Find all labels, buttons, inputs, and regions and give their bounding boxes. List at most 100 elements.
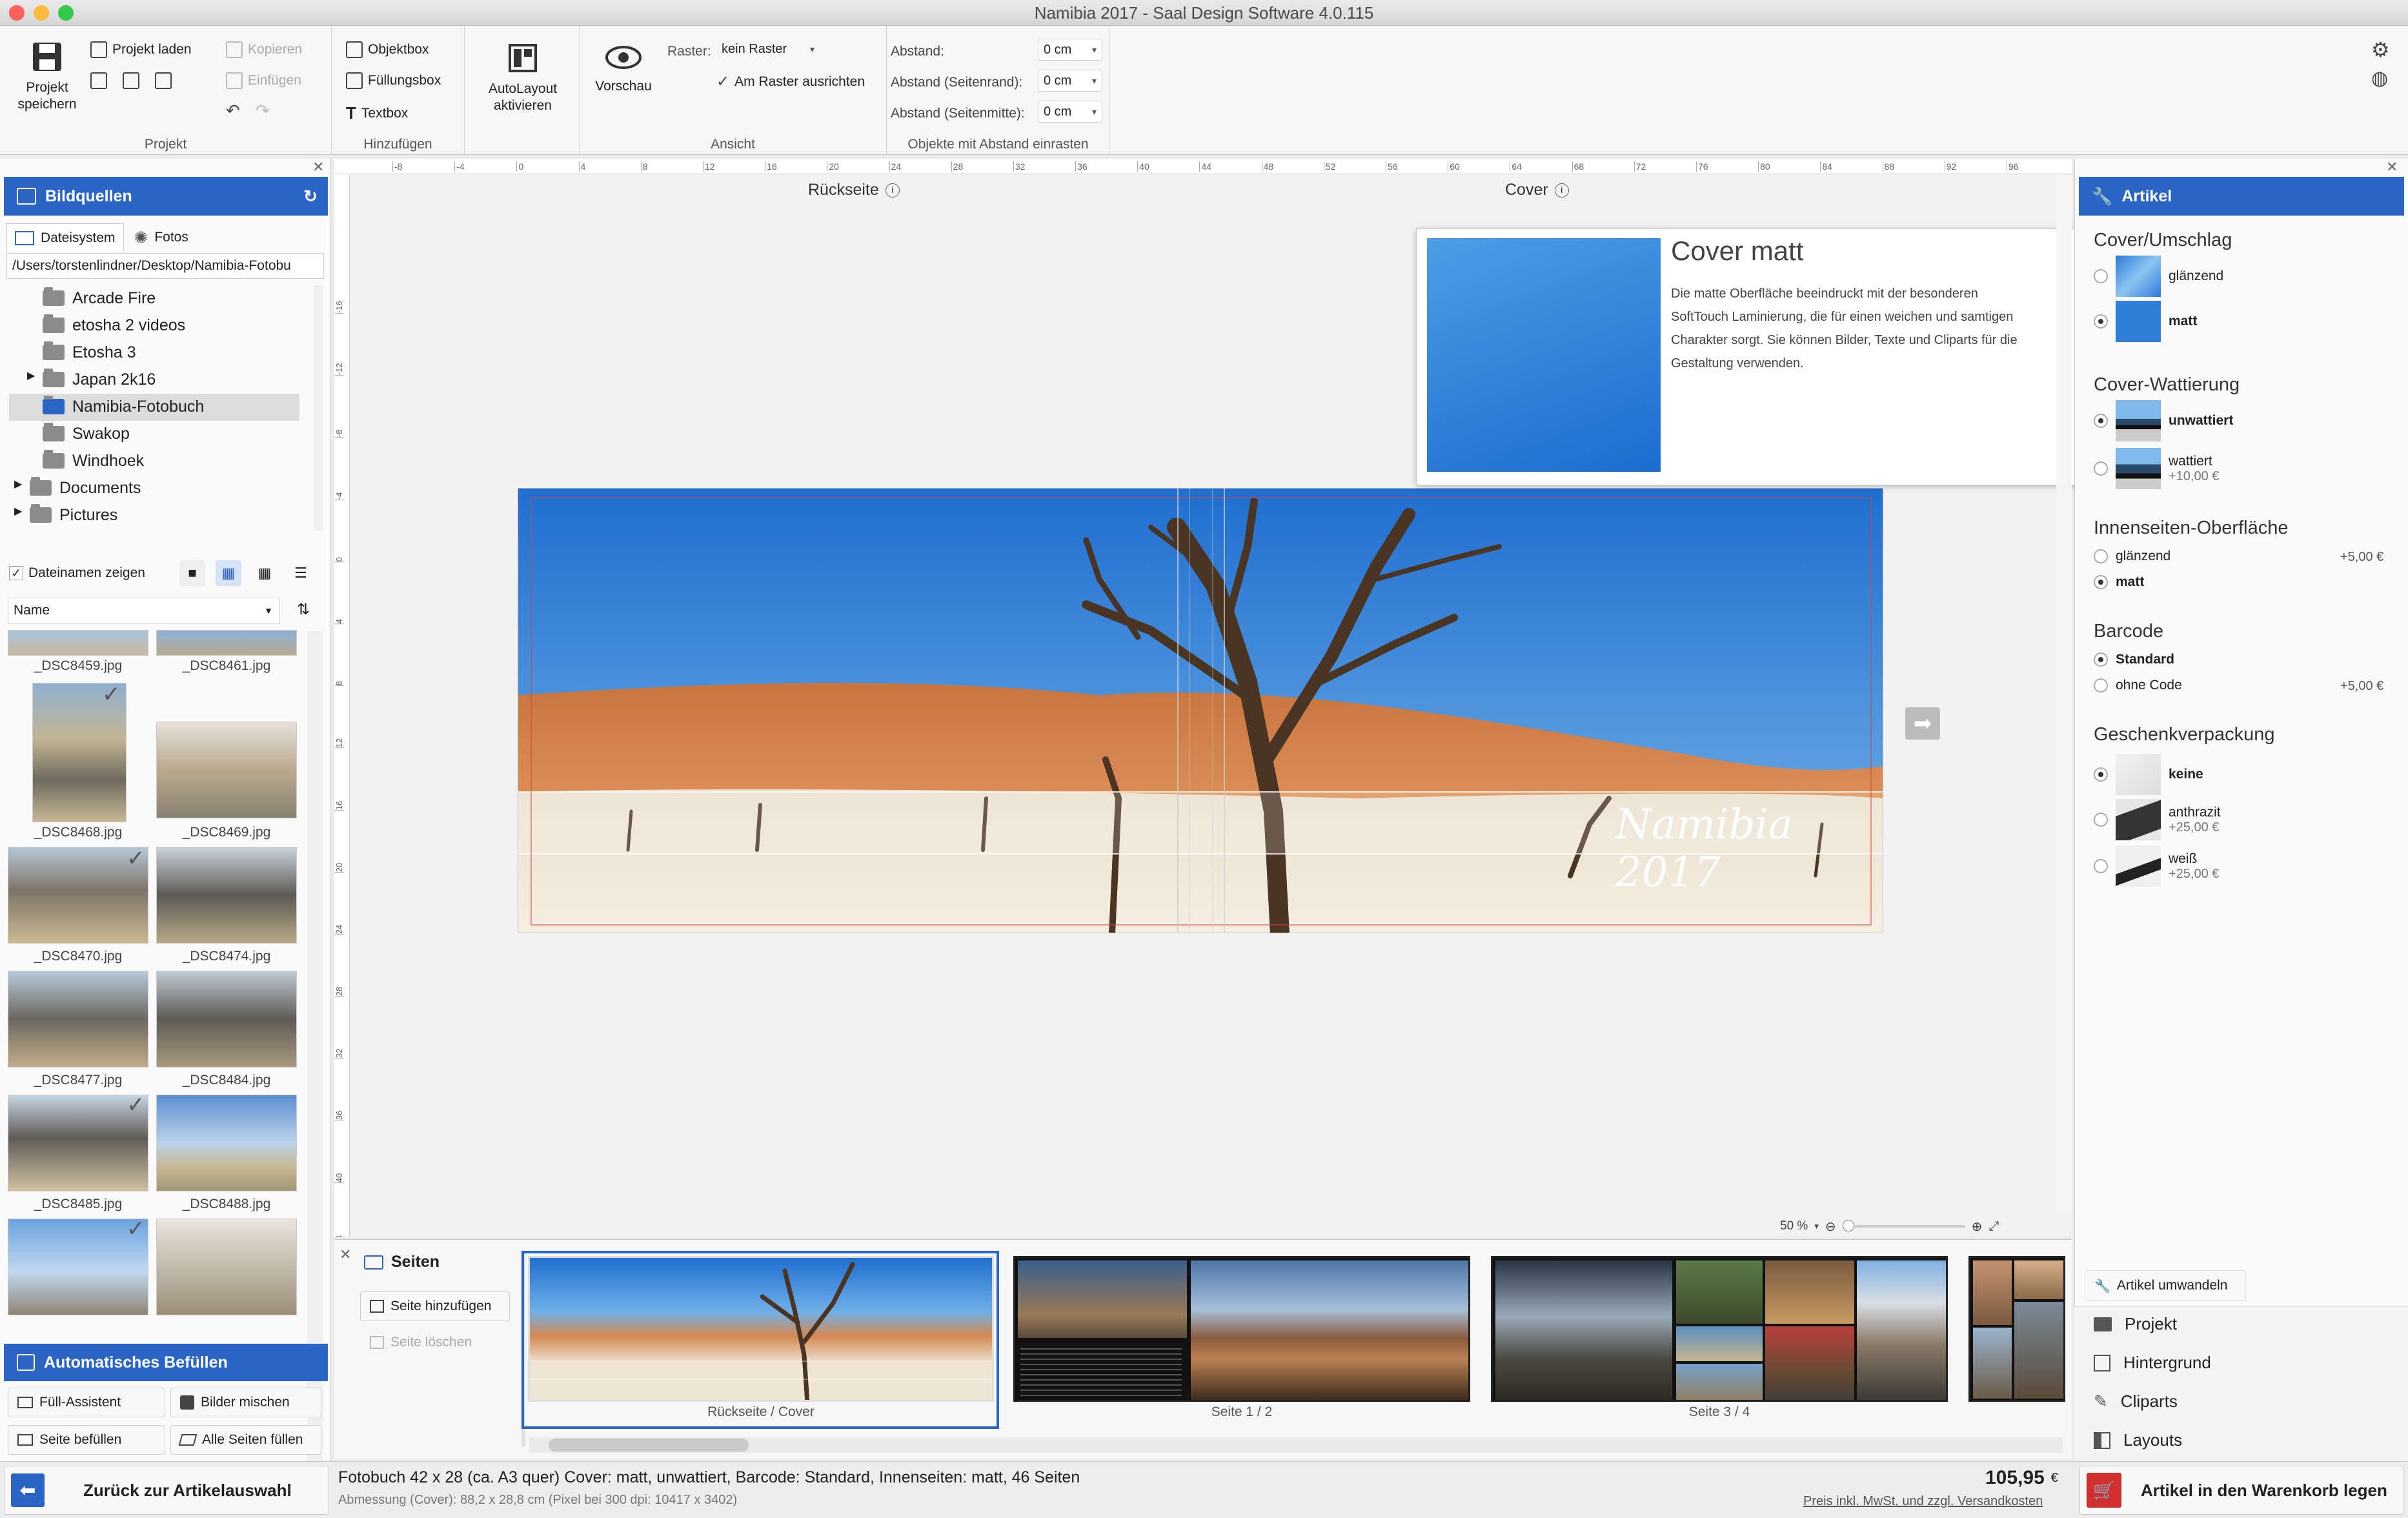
show-filenames-checkbox[interactable]: ✓ Dateinamen zeigen [9, 565, 145, 581]
load-project-button[interactable]: Projekt laden [90, 41, 192, 58]
option-barcode-standard[interactable]: Standard [2094, 652, 2174, 667]
option-gift-anthracite[interactable]: anthrazit +25,00 € [2094, 799, 2221, 840]
tree-item[interactable]: Windhoek [43, 448, 144, 474]
option-padded[interactable]: wattiert +10,00 € [2094, 448, 2219, 489]
zoom-out-icon[interactable]: ⊖ [1825, 1219, 1836, 1235]
tree-item[interactable]: Etosha 3 [43, 339, 136, 365]
price-note-link[interactable]: Preis inkl. MwSt. und zzgl. Versandkoste… [1803, 1494, 2043, 1509]
mix-images-button[interactable]: Bilder mischen [170, 1388, 321, 1417]
canvas-scrollbar[interactable] [2056, 174, 2072, 1211]
tree-item-selected[interactable]: Namibia-Fotobuch [43, 394, 204, 420]
fill-all-pages-button[interactable]: Alle Seiten füllen [170, 1425, 321, 1455]
tree-item[interactable]: Arcade Fire [43, 285, 156, 311]
radio-button[interactable] [2094, 549, 2108, 563]
back-to-articles-button[interactable]: ⬅ Zurück zur Artikelauswahl [4, 1466, 329, 1515]
image-thumbnail[interactable] [8, 630, 148, 656]
radio-button-selected[interactable] [2094, 414, 2108, 428]
add-objectbox-button[interactable]: Objektbox [346, 41, 429, 58]
tree-item[interactable]: Documents [30, 475, 141, 501]
expand-arrow-icon[interactable]: ▶ [14, 505, 22, 518]
image-thumbnail[interactable] [156, 630, 297, 656]
info-icon[interactable]: i [1554, 183, 1569, 197]
tab-photos[interactable]: ✺ Fotos [126, 223, 196, 252]
import-icon[interactable] [90, 72, 107, 89]
sort-select[interactable]: Name ▼ [8, 598, 280, 623]
seitenmitte-input[interactable]: 0 cm ▾ [1038, 101, 1102, 123]
fill-assistant-button[interactable]: Füll-Assistent [8, 1388, 165, 1417]
seitenrand-input[interactable]: 0 cm ▾ [1038, 70, 1102, 92]
small-grid-icon[interactable]: ▦ [252, 560, 278, 586]
list-view-icon[interactable]: ☰ [288, 560, 314, 586]
zoom-value[interactable]: 50 % [1780, 1219, 1808, 1233]
page-thumbnail-5-6[interactable] [1968, 1256, 2065, 1402]
radio-button[interactable] [2094, 813, 2108, 827]
abstand-input[interactable]: 0 cm ▾ [1038, 39, 1102, 61]
autolayout-button[interactable]: AutoLayout aktivieren [478, 40, 568, 114]
raster-select[interactable]: kein Raster ▾ [716, 39, 820, 61]
close-icon[interactable]: ✕ [312, 159, 324, 176]
add-to-cart-button[interactable]: 🛒 Artikel in den Warenkorb legen [2079, 1466, 2404, 1515]
pages-scrollbar-thumb[interactable] [549, 1439, 749, 1452]
option-inner-matt[interactable]: matt [2094, 574, 2144, 590]
image-thumbnail[interactable] [156, 847, 297, 944]
image-thumbnail[interactable] [156, 722, 297, 818]
sort-direction-icon[interactable]: ⇅ [297, 600, 310, 619]
expand-arrow-icon[interactable]: ▶ [14, 478, 22, 491]
cover-spread-canvas[interactable]: Namibia 2017 [518, 488, 1883, 933]
snap-to-grid-checkbox[interactable]: ✓ Am Raster ausrichten [716, 72, 865, 91]
close-icon[interactable]: ✕ [2386, 159, 2398, 176]
option-inner-glossy[interactable]: glänzend [2094, 549, 2170, 564]
fill-page-button[interactable]: Seite befüllen [8, 1425, 165, 1455]
info-icon[interactable]: i [885, 183, 900, 197]
gear-icon[interactable]: ⚙ [2371, 37, 2390, 62]
export-icon[interactable] [123, 72, 139, 89]
option-gift-none[interactable]: keine [2094, 754, 2203, 795]
undo-icon[interactable]: ↶ [226, 101, 240, 121]
radio-button-selected[interactable] [2094, 653, 2108, 667]
medium-grid-icon[interactable]: ▦ [216, 560, 241, 586]
nav-cliparts[interactable]: ✎ Cliparts [2094, 1392, 2178, 1412]
radio-button[interactable] [2094, 461, 2108, 476]
image-thumbnail[interactable] [8, 971, 148, 1068]
option-barcode-none[interactable]: ohne Code [2094, 678, 2182, 693]
option-cover-matt[interactable]: matt [2094, 301, 2197, 342]
tab-filesystem[interactable]: Dateisystem [6, 223, 124, 252]
close-window-button[interactable] [9, 5, 25, 21]
save-project-button[interactable]: Projekt speichern [12, 39, 83, 113]
globe-icon[interactable]: ◍ [2371, 67, 2388, 90]
image-thumbnail[interactable] [156, 1095, 297, 1191]
radio-button[interactable] [2094, 678, 2108, 693]
minimize-window-button[interactable] [34, 5, 49, 21]
large-grid-icon[interactable]: ■ [179, 560, 205, 586]
redo-icon[interactable]: ↷ [256, 101, 270, 121]
close-icon[interactable]: ✕ [339, 1246, 351, 1263]
image-thumbnail[interactable] [156, 1219, 297, 1315]
refresh-icon[interactable]: ↻ [303, 187, 318, 207]
option-unpadded[interactable]: unwattiert [2094, 400, 2233, 441]
zoom-slider-handle[interactable] [1842, 1220, 1854, 1231]
next-page-arrow-icon[interactable]: ➡ [1905, 707, 1940, 740]
option-gift-white[interactable]: weiß +25,00 € [2094, 845, 2219, 887]
nav-layouts[interactable]: Layouts [2094, 1430, 2182, 1450]
zoom-slider[interactable] [1842, 1220, 1965, 1231]
page-thumbnail-3-4[interactable] [1491, 1256, 1948, 1402]
radio-button-selected[interactable] [2094, 575, 2108, 589]
tree-item[interactable]: Swakop [43, 421, 130, 447]
page-thumbnail-1-2[interactable] [1013, 1256, 1470, 1402]
add-fillbox-button[interactable]: Füllungsbox [346, 72, 441, 89]
expand-arrow-icon[interactable]: ▶ [27, 369, 35, 382]
preview-button[interactable]: Vorschau [589, 41, 658, 95]
delete-page-button[interactable]: Seite löschen [360, 1328, 510, 1357]
pages-scrollbar[interactable] [529, 1437, 2063, 1453]
tree-item[interactable]: Pictures [30, 502, 117, 528]
fit-zoom-icon[interactable]: ⤢ [1988, 1219, 1999, 1234]
page-thumbnail-cover[interactable] [528, 1256, 994, 1402]
radio-button[interactable] [2094, 269, 2108, 283]
path-field[interactable]: /Users/torstenlindner/Desktop/Namibia-Fo… [6, 253, 324, 279]
nav-projekt[interactable]: Projekt [2094, 1314, 2177, 1334]
add-textbox-button[interactable]: T Textbox [346, 103, 408, 123]
image-thumbnail[interactable] [156, 971, 297, 1068]
option-cover-glossy[interactable]: glänzend [2094, 256, 2223, 297]
cover-title-text[interactable]: Namibia 2017 [1615, 801, 1883, 896]
paste-button[interactable]: Einfügen [226, 72, 301, 89]
